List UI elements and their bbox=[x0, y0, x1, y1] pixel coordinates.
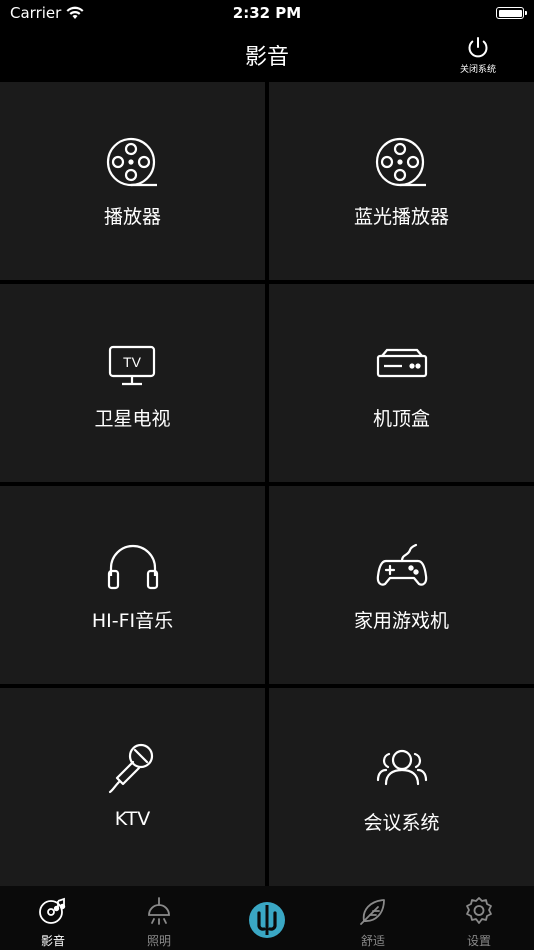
tile-ktv[interactable]: KTV bbox=[0, 688, 265, 886]
tile-label: KTV bbox=[114, 808, 151, 830]
tile-player[interactable]: 播放器 bbox=[0, 82, 265, 280]
ceiling-lamp-icon bbox=[148, 897, 170, 925]
tile-satellite-tv[interactable]: TV 卫星电视 bbox=[0, 284, 265, 482]
gear-icon bbox=[466, 897, 492, 924]
tab-label: 影音 bbox=[40, 934, 65, 948]
tab-av[interactable]: 影音 bbox=[0, 886, 106, 950]
set-top-box-icon bbox=[376, 348, 427, 378]
headphones-icon bbox=[107, 544, 158, 590]
tv-icon: TV bbox=[108, 345, 155, 386]
gamepad-icon bbox=[376, 543, 427, 586]
people-icon bbox=[376, 749, 427, 786]
tile-conference-system[interactable]: 会议系统 bbox=[269, 688, 534, 886]
source-grid: 播放器 蓝光播放器 TV 卫星电视 机顶盒 HI-FI音乐 家用游戏机 KTV … bbox=[0, 82, 534, 886]
tab-lighting[interactable]: 照明 bbox=[106, 886, 212, 950]
power-icon bbox=[468, 37, 488, 58]
system-power-button[interactable]: 关闭系统 bbox=[452, 36, 504, 80]
tile-label: 卫星电视 bbox=[94, 408, 171, 430]
music-disc-icon bbox=[39, 897, 66, 924]
microphone-icon bbox=[108, 743, 153, 794]
tile-label: 家用游戏机 bbox=[353, 610, 449, 632]
battery-icon bbox=[496, 7, 527, 19]
film-reel-icon bbox=[375, 137, 426, 187]
status-bar: Carrier 2:32 PM bbox=[0, 0, 534, 28]
tile-label: 蓝光播放器 bbox=[353, 206, 449, 228]
tab-label: 舒适 bbox=[360, 934, 385, 948]
tab-label: 照明 bbox=[146, 934, 171, 948]
film-reel-icon bbox=[106, 137, 157, 187]
tile-hifi-music[interactable]: HI-FI音乐 bbox=[0, 486, 265, 684]
app-logo-icon[interactable] bbox=[247, 900, 287, 940]
tab-label: 设置 bbox=[466, 934, 491, 948]
tile-label: 会议系统 bbox=[363, 812, 440, 834]
clock-time: 2:32 PM bbox=[232, 4, 302, 22]
tile-label: HI-FI音乐 bbox=[91, 610, 174, 632]
leaf-icon bbox=[360, 899, 385, 925]
svg-text:TV: TV bbox=[123, 354, 142, 370]
tile-game-console[interactable]: 家用游戏机 bbox=[269, 486, 534, 684]
nav-bar: 影音 关闭系统 bbox=[0, 28, 534, 82]
tile-label: 播放器 bbox=[103, 206, 161, 228]
power-button-label: 关闭系统 bbox=[459, 65, 496, 75]
tab-comfort[interactable]: 舒适 bbox=[320, 886, 426, 950]
tab-settings[interactable]: 设置 bbox=[426, 886, 532, 950]
tile-bluray-player[interactable]: 蓝光播放器 bbox=[269, 82, 534, 280]
tile-label: 机顶盒 bbox=[372, 408, 430, 430]
tile-set-top-box[interactable]: 机顶盒 bbox=[269, 284, 534, 482]
